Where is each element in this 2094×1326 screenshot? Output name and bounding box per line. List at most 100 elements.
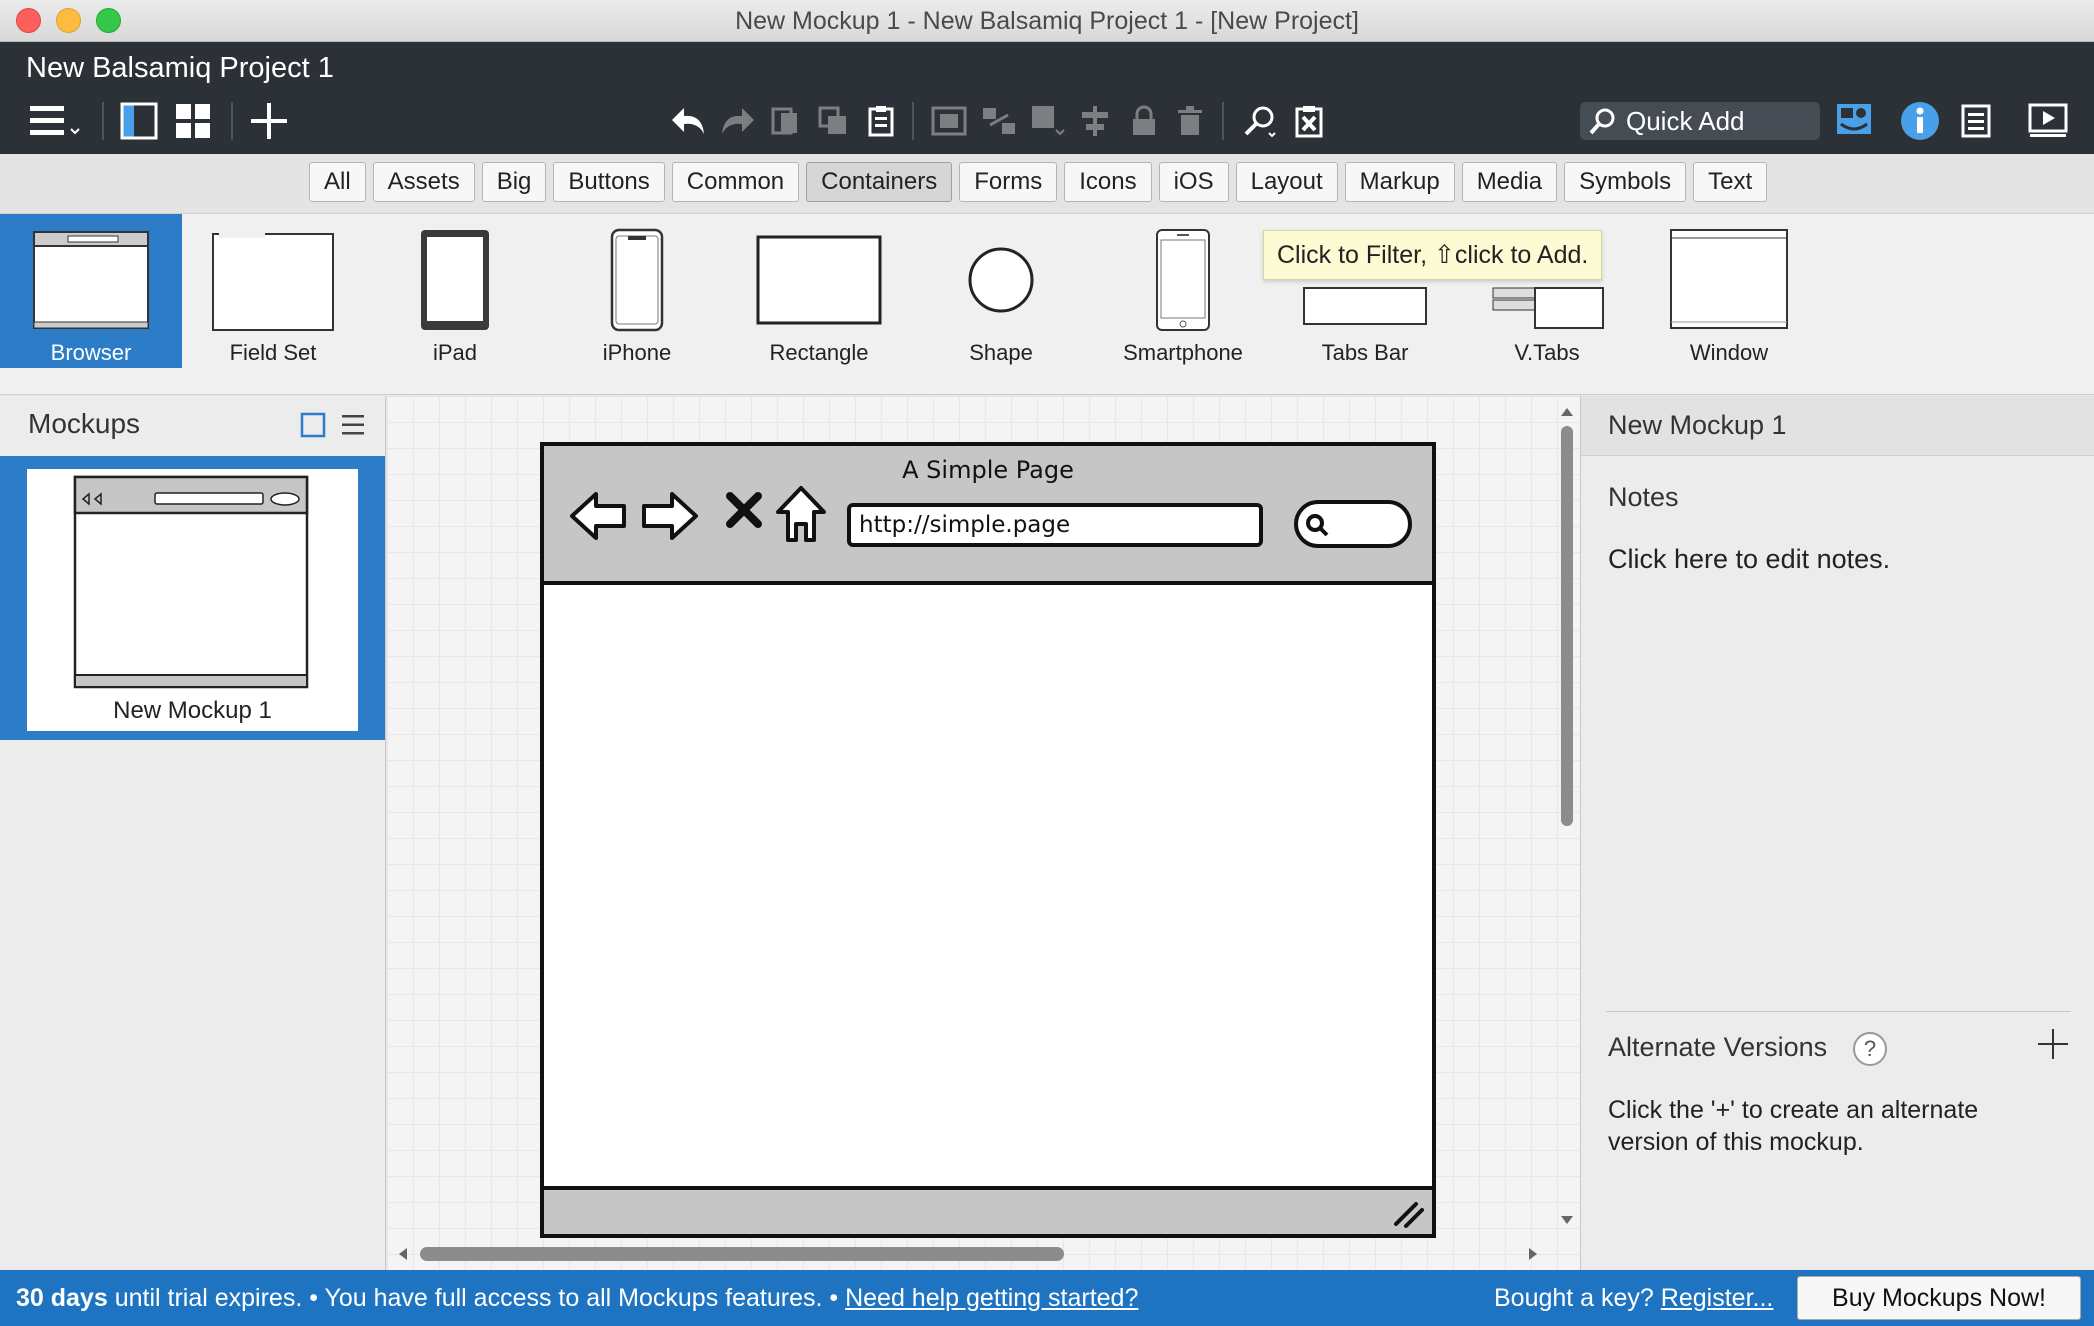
home-icon bbox=[776, 486, 826, 542]
scroll-up-icon[interactable] bbox=[1559, 406, 1575, 418]
filter-buttons[interactable]: Buttons bbox=[553, 162, 665, 202]
properties-header: New Mockup 1 bbox=[1581, 396, 2094, 456]
component-label: Shape bbox=[969, 340, 1033, 365]
plus-icon bbox=[2038, 1029, 2068, 1059]
back-arrow-icon bbox=[570, 492, 626, 540]
filter-text[interactable]: Text bbox=[1693, 162, 1768, 202]
forward-arrow-icon bbox=[642, 492, 698, 540]
buy-mockups-button[interactable]: Buy Mockups Now! bbox=[1797, 1276, 2081, 1320]
ungroup-icon[interactable] bbox=[978, 102, 1020, 140]
magnifier-icon bbox=[1306, 514, 1329, 537]
single-view-icon[interactable] bbox=[118, 100, 160, 142]
help-link[interactable]: Need help getting started? bbox=[845, 1284, 1138, 1312]
scroll-left-icon[interactable] bbox=[397, 1246, 409, 1262]
rectangle-thumbnail bbox=[756, 235, 882, 325]
help-icon[interactable]: ? bbox=[1853, 1032, 1887, 1066]
filter-big[interactable]: Big bbox=[481, 162, 547, 202]
ui-library-icon[interactable] bbox=[1832, 100, 1876, 142]
notes-label: Notes bbox=[1608, 482, 1679, 512]
component-label: Window bbox=[1689, 340, 1769, 365]
component-iphone[interactable]: iPhone bbox=[546, 214, 728, 368]
stop-x-icon bbox=[726, 492, 762, 528]
smartphone-thumbnail bbox=[1156, 229, 1210, 331]
paste-icon[interactable] bbox=[862, 102, 900, 140]
component-window[interactable]: Window bbox=[1638, 214, 1820, 368]
resize-grip-icon bbox=[1394, 1202, 1424, 1228]
component-rectangle[interactable]: Rectangle bbox=[728, 214, 910, 368]
component-browser[interactable]: Browser bbox=[0, 214, 182, 368]
component-smartphone[interactable]: Smartphone bbox=[1092, 214, 1274, 368]
scroll-right-icon[interactable] bbox=[1527, 1246, 1539, 1262]
mockups-panel: Mockups New Mockup 1 bbox=[0, 396, 386, 1270]
present-icon[interactable] bbox=[2026, 100, 2070, 142]
quick-add-input[interactable] bbox=[1626, 105, 1806, 137]
component-field-set[interactable]: Field Set bbox=[182, 214, 364, 368]
ipad-thumbnail bbox=[421, 230, 489, 330]
filter-assets[interactable]: Assets bbox=[372, 162, 475, 202]
browser-mockup[interactable]: A Simple Page http://simple.page bbox=[540, 442, 1436, 1238]
browser-mockup-title: A Simple Page bbox=[902, 456, 1074, 484]
mockup-card[interactable]: New Mockup 1 bbox=[27, 469, 358, 731]
filter-layout[interactable]: Layout bbox=[1235, 162, 1338, 202]
properties-panel: New Mockup 1 Notes Click here to edit no… bbox=[1580, 396, 2094, 1270]
thumbnail-view-icon[interactable] bbox=[300, 412, 326, 443]
add-alternate-button[interactable] bbox=[2033, 1024, 2073, 1064]
mockups-header: Mockups bbox=[0, 396, 385, 454]
browser-mockup-statusbar bbox=[544, 1186, 1432, 1234]
vertical-scroll-thumb[interactable] bbox=[1561, 426, 1573, 826]
list-view-icon[interactable] bbox=[340, 412, 366, 443]
scroll-down-icon[interactable] bbox=[1559, 1214, 1575, 1226]
browser-mockup-url: http://simple.page bbox=[847, 503, 1263, 547]
filter-containers[interactable]: Containers bbox=[806, 162, 953, 202]
filter-icons[interactable]: Icons bbox=[1064, 162, 1152, 202]
grid-view-icon[interactable] bbox=[172, 100, 214, 142]
trial-status-text: 30 days until trial expires. • You have … bbox=[16, 1284, 1138, 1313]
group-icon[interactable] bbox=[928, 102, 970, 140]
redo-icon[interactable] bbox=[716, 102, 758, 140]
iphone-thumbnail bbox=[610, 228, 664, 332]
register-link[interactable]: Register... bbox=[1661, 1284, 1774, 1312]
component-ipad[interactable]: iPad bbox=[364, 214, 546, 368]
filter-ios[interactable]: iOS bbox=[1158, 162, 1229, 202]
align-icon[interactable] bbox=[1076, 102, 1118, 140]
delete-icon[interactable] bbox=[1172, 102, 1208, 140]
copy-icon[interactable] bbox=[766, 102, 804, 140]
duplicate-icon[interactable] bbox=[814, 102, 852, 140]
filter-markup[interactable]: Markup bbox=[1344, 162, 1455, 202]
filter-all[interactable]: All bbox=[309, 162, 366, 202]
notes-edit-area[interactable]: Click here to edit notes. bbox=[1608, 544, 1890, 575]
lock-icon[interactable] bbox=[1126, 102, 1162, 140]
register-area: Bought a key? Register... bbox=[1494, 1284, 1773, 1313]
editing-canvas[interactable]: A Simple Page http://simple.page bbox=[387, 396, 1580, 1270]
divider bbox=[1606, 1011, 2071, 1012]
component-library: Browser Field Set iPad iPhone Rectangle … bbox=[0, 214, 2094, 395]
filter-symbols[interactable]: Symbols bbox=[1564, 162, 1687, 202]
filter-common[interactable]: Common bbox=[671, 162, 800, 202]
clear-icon[interactable] bbox=[1290, 102, 1328, 140]
menu-icon[interactable] bbox=[26, 100, 86, 142]
mockup-name[interactable]: New Mockup 1 bbox=[1608, 410, 1787, 441]
find-icon[interactable] bbox=[1240, 102, 1282, 140]
quick-add-field[interactable] bbox=[1580, 102, 1820, 140]
filter-bar: All Assets Big Buttons Common Containers… bbox=[0, 154, 2094, 214]
component-label: Tabs Bar bbox=[1321, 340, 1409, 365]
horizontal-scroll-thumb[interactable] bbox=[420, 1247, 1064, 1261]
filter-forms[interactable]: Forms bbox=[959, 162, 1058, 202]
component-shape[interactable]: Shape bbox=[910, 214, 1092, 368]
filter-media[interactable]: Media bbox=[1461, 162, 1558, 202]
arrange-icon[interactable] bbox=[1028, 102, 1070, 140]
info-icon[interactable] bbox=[1898, 100, 1942, 142]
trial-days: 30 days bbox=[16, 1284, 108, 1312]
component-label: iPad bbox=[432, 340, 478, 365]
add-icon[interactable] bbox=[246, 100, 292, 142]
document-icon[interactable] bbox=[1956, 100, 1996, 142]
alternate-versions-title: Alternate Versions bbox=[1608, 1032, 1828, 1062]
browser-thumbnail bbox=[33, 231, 149, 329]
browser-mockup-search bbox=[1294, 500, 1412, 548]
component-label: Browser bbox=[50, 340, 132, 365]
title-bar: New Mockup 1 - New Balsamiq Project 1 - … bbox=[0, 0, 2094, 42]
undo-icon[interactable] bbox=[668, 102, 710, 140]
component-label: Rectangle bbox=[769, 340, 869, 365]
vertical-scrollbar[interactable] bbox=[1559, 406, 1573, 1226]
mockup-item[interactable]: New Mockup 1 bbox=[0, 456, 385, 740]
